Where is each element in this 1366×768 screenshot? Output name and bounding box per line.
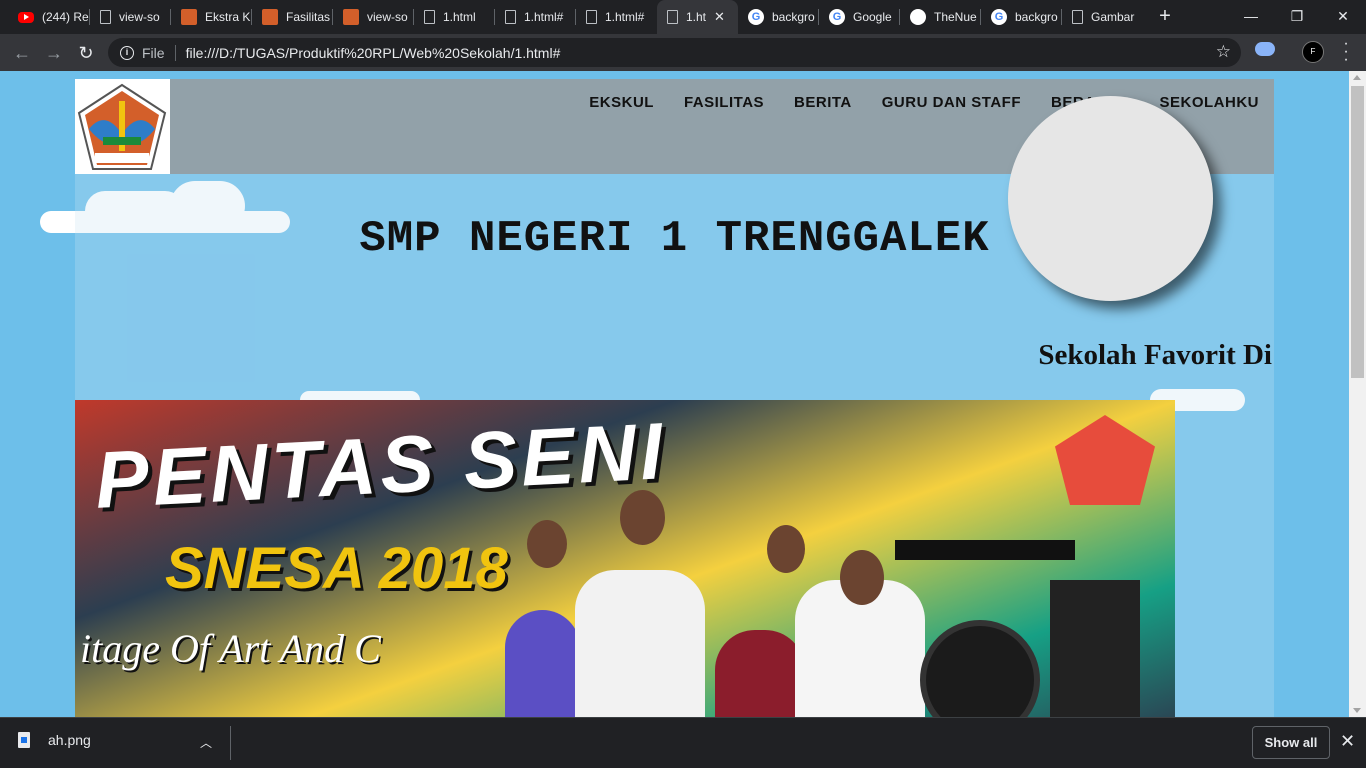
tab-title: 1.html	[443, 10, 476, 24]
page-scrollbar[interactable]	[1349, 71, 1366, 717]
tab-title: 1.ht	[686, 10, 707, 24]
new-tab-icon[interactable]: +	[1153, 4, 1177, 28]
back-arrow-icon[interactable]: ←	[8, 39, 36, 67]
scrollbar-thumb[interactable]	[1351, 86, 1364, 378]
info-icon[interactable]: i	[120, 45, 134, 60]
nav-fasilitas[interactable]: FASILITAS	[684, 94, 764, 111]
tab-1-html[interactable]: 1.html	[414, 0, 495, 34]
tab-title: view-so	[367, 10, 408, 24]
school-logo-icon	[343, 9, 359, 25]
page-title: SMP NEGERI 1 TRENGGALEK	[359, 214, 990, 264]
minimize-icon[interactable]: —	[1228, 0, 1274, 34]
page-container: EKSKUL FASILITAS BERITA GURU DAN STAFF B…	[75, 79, 1274, 717]
document-icon	[1072, 10, 1083, 24]
tab-youtube[interactable]: (244) Re	[8, 0, 90, 34]
tab-active[interactable]: 1.ht ✕	[657, 0, 738, 34]
school-logo-icon	[262, 9, 278, 25]
tab-title: backgro	[1015, 10, 1058, 24]
document-icon	[505, 10, 516, 24]
more-menu-icon[interactable]: · · ·	[1338, 36, 1354, 68]
page-viewport: EKSKUL FASILITAS BERITA GURU DAN STAFF B…	[0, 71, 1349, 717]
nav-guru-dan-staff[interactable]: GURU DAN STAFF	[882, 94, 1021, 111]
close-window-icon[interactable]: ✕	[1320, 0, 1366, 34]
tab-background-search-2[interactable]: G backgro	[981, 0, 1062, 34]
tab-1-html-hash-2[interactable]: 1.html#	[576, 0, 657, 34]
document-icon	[667, 10, 678, 24]
photo-event-text: SNESA 2018	[165, 536, 508, 601]
school-emblem-image	[1055, 415, 1155, 505]
nav-berita[interactable]: BERITA	[794, 94, 852, 111]
restore-icon[interactable]: ❐	[1274, 0, 1320, 34]
youtube-icon	[18, 11, 34, 23]
cloud-extension-icon[interactable]	[1255, 42, 1275, 56]
document-icon	[586, 10, 597, 24]
image-file-icon	[18, 732, 30, 748]
google-icon: G	[748, 9, 764, 25]
scroll-up-icon[interactable]	[1353, 75, 1361, 80]
forward-arrow-icon[interactable]: →	[40, 39, 68, 67]
speaker-image	[1050, 580, 1140, 717]
google-icon: G	[829, 9, 845, 25]
document-icon	[100, 10, 111, 24]
tab-title: TheNue	[934, 10, 977, 24]
tab-title: 1.html#	[605, 10, 645, 24]
close-download-bar-icon[interactable]: ✕	[1340, 731, 1355, 752]
tab-title: Ekstra K	[205, 10, 251, 24]
reload-icon[interactable]: ↻	[72, 39, 100, 67]
tab-1-html-hash[interactable]: 1.html#	[495, 0, 576, 34]
tab-title: (244) Re	[42, 10, 89, 24]
school-logo[interactable]	[75, 79, 170, 174]
download-item[interactable]: ah.png	[18, 732, 91, 748]
nav-sekolahku[interactable]: SEKOLAHKU	[1159, 94, 1259, 111]
url-text[interactable]: file:///D:/TUGAS/Produktif%20RPL/Web%20S…	[186, 45, 561, 61]
tab-ekstra[interactable]: Ekstra K	[171, 0, 252, 34]
school-logo-icon	[181, 9, 197, 25]
tab-view-source[interactable]: view-so	[90, 0, 171, 34]
download-bar: ah.png ︿ Show all ✕	[0, 717, 1366, 768]
tab-title: Gambar	[1091, 10, 1135, 24]
address-bar[interactable]: i File file:///D:/TUGAS/Produktif%20RPL/…	[108, 38, 1241, 67]
tab-fasilitas[interactable]: Fasilitas	[252, 0, 333, 34]
protocol-label: File	[142, 44, 165, 61]
github-icon	[910, 9, 926, 25]
tab-title: Google	[853, 10, 892, 24]
profile-avatar[interactable]: F	[1302, 41, 1324, 63]
tab-strip: (244) Re view-so Ekstra K Fasilitas view…	[0, 0, 1366, 34]
tab-title: view-so	[119, 10, 160, 24]
download-filename: ah.png	[48, 732, 91, 748]
chevron-up-icon[interactable]: ︿	[200, 734, 212, 751]
decorative-circle	[1008, 96, 1213, 301]
photo-tagline-text: itage Of Art And C	[80, 626, 381, 671]
tab-google[interactable]: G Google	[819, 0, 900, 34]
school-emblem-icon	[77, 83, 167, 170]
close-tab-icon[interactable]: ✕	[714, 9, 725, 25]
tab-title: 1.html#	[524, 10, 564, 24]
tab-gambar[interactable]: Gambar	[1062, 0, 1143, 34]
show-all-button[interactable]: Show all	[1252, 726, 1330, 759]
tab-background-search[interactable]: G backgro	[738, 0, 819, 34]
marquee-text: Sekolah Favorit Di	[1038, 339, 1272, 371]
browser-toolbar: ← → ↻ i File file:///D:/TUGAS/Produktif%…	[0, 34, 1366, 71]
tab-title: Fasilitas	[286, 10, 331, 24]
bookmark-star-icon[interactable]: ☆	[1216, 42, 1231, 62]
tab-view-source-2[interactable]: view-so	[333, 0, 414, 34]
scroll-down-icon[interactable]	[1353, 708, 1361, 713]
tab-github[interactable]: TheNue	[900, 0, 981, 34]
tab-title: backgro	[772, 10, 815, 24]
event-photo: PENTAS SENI SNESA 2018 itage Of Art And …	[75, 400, 1175, 717]
document-icon	[424, 10, 435, 24]
google-icon: G	[991, 9, 1007, 25]
nav-ekskul[interactable]: EKSKUL	[589, 94, 654, 111]
